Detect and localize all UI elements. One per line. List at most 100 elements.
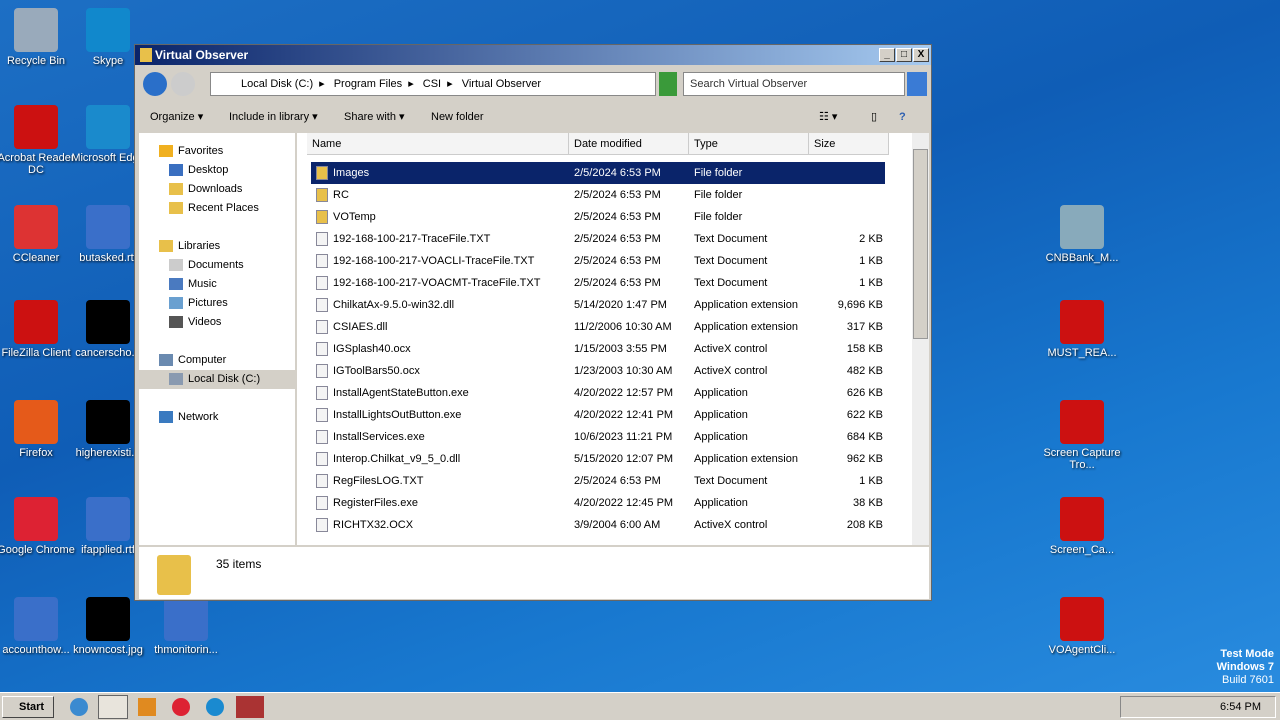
desktop-icon[interactable]: Recycle Bin: [0, 8, 76, 67]
share-with-button[interactable]: Share with ▾: [344, 105, 405, 129]
file-type: Text Document: [694, 277, 768, 289]
file-row[interactable]: RegFilesLOG.TXT 2/5/2024 6:53 PM Text Docu…: [311, 470, 885, 492]
desktop-icon[interactable]: MUST_REA...: [1042, 300, 1122, 359]
file-date: 2/5/2024 6:53 PM: [574, 475, 661, 487]
nav-pictures[interactable]: Pictures: [169, 297, 228, 310]
file-row[interactable]: IGSplash40.ocx 1/15/2003 3:55 PM ActiveX c…: [311, 338, 885, 360]
edge-icon[interactable]: [206, 698, 224, 716]
maximize-button[interactable]: □: [896, 48, 912, 62]
file-size: 38 KB: [853, 497, 883, 509]
file-name: InstallAgentStateButton.exe: [333, 387, 469, 399]
app-icon[interactable]: [236, 696, 264, 718]
search-input[interactable]: Search Virtual Observer: [683, 72, 905, 96]
nav-favorites[interactable]: Favorites: [159, 145, 223, 158]
media-player-icon[interactable]: [138, 698, 156, 716]
file-name: RC: [333, 189, 349, 201]
close-button[interactable]: X: [913, 48, 929, 62]
scrollbar-thumb[interactable]: [913, 149, 928, 339]
nav-network[interactable]: Network: [159, 411, 218, 424]
desktop-icon-image: [1060, 205, 1104, 249]
desktop-icon[interactable]: accounthow...: [0, 597, 76, 656]
nav-libraries[interactable]: Libraries: [159, 240, 220, 253]
explorer-taskbar-button[interactable]: [98, 695, 128, 719]
file-name: Interop.Chilkat_v9_5_0.dll: [333, 453, 461, 465]
minimize-button[interactable]: _: [879, 48, 895, 62]
file-row[interactable]: RICHTX32.OCX 3/9/2004 6:00 AM ActiveX cont…: [311, 514, 885, 536]
file-row[interactable]: 192-168-100-217-VOACMT-TraceFile.TXT 2/5/…: [311, 272, 885, 294]
nav-downloads[interactable]: Downloads: [169, 183, 242, 196]
clock[interactable]: 6:54 PM: [1220, 701, 1261, 713]
file-size: 626 KB: [846, 387, 883, 399]
include-in-library-button[interactable]: Include in library ▾: [229, 105, 318, 129]
start-button[interactable]: Start: [2, 696, 54, 718]
breadcrumb[interactable]: Local Disk (C:): [241, 78, 313, 90]
file-list: Name Date modified Type Size Images 2/5/2…: [297, 133, 929, 545]
address-bar[interactable]: Local Disk (C:) ▸ Program Files ▸ CSI ▸ Vir…: [210, 72, 656, 96]
file-row[interactable]: ChilkatAx-9.5.0-win32.dll 5/14/2020 1:47 …: [311, 294, 885, 316]
file-row[interactable]: RC 2/5/2024 6:53 PM File folder: [311, 184, 885, 206]
nav-documents[interactable]: Documents: [169, 259, 244, 272]
file-row[interactable]: VOTemp 2/5/2024 6:53 PM File folder: [311, 206, 885, 228]
forward-button[interactable]: [171, 72, 195, 96]
file-row[interactable]: InstallAgentStateButton.exe 4/20/2022 12:…: [311, 382, 885, 404]
file-name: RegisterFiles.exe: [333, 497, 418, 509]
file-size: 684 KB: [846, 431, 883, 443]
nav-desktop[interactable]: Desktop: [169, 164, 228, 177]
breadcrumb[interactable]: CSI: [423, 78, 441, 90]
nav-videos[interactable]: Videos: [169, 316, 221, 329]
file-row[interactable]: 192-168-100-217-VOACLI-TraceFile.TXT 2/5/…: [311, 250, 885, 272]
column-type[interactable]: Type: [689, 133, 809, 155]
column-date[interactable]: Date modified: [569, 133, 689, 155]
nav-computer[interactable]: Computer: [159, 354, 226, 367]
title-bar[interactable]: Virtual Observer _ □ X: [135, 45, 931, 65]
file-name: InstallServices.exe: [333, 431, 425, 443]
desktop-icon[interactable]: Screen Capture Tro...: [1042, 400, 1122, 471]
navigation-pane: Favorites Desktop Downloads Recent Place…: [139, 133, 295, 545]
nav-local-disk[interactable]: Local Disk (C:): [139, 370, 295, 389]
back-button[interactable]: [143, 72, 167, 96]
nav-recent[interactable]: Recent Places: [169, 202, 259, 215]
file-row[interactable]: IGToolBars50.ocx 1/23/2003 10:30 AM Active…: [311, 360, 885, 382]
help-icon[interactable]: ?: [899, 105, 906, 129]
refresh-button[interactable]: [659, 72, 677, 96]
breadcrumb[interactable]: Program Files: [334, 78, 402, 90]
ie-icon[interactable]: [70, 698, 88, 716]
column-name[interactable]: Name: [307, 133, 569, 155]
desktop-icon[interactable]: FileZilla Client: [0, 300, 76, 359]
file-date: 5/14/2020 1:47 PM: [574, 299, 667, 311]
desktop-icon[interactable]: Acrobat Reader DC: [0, 105, 76, 176]
file-row[interactable]: InstallLightsOutButton.exe 4/20/2022 12:4…: [311, 404, 885, 426]
desktop-icon[interactable]: VOAgentCli...: [1042, 597, 1122, 656]
file-type: Application: [694, 387, 748, 399]
chrome-icon[interactable]: [172, 698, 190, 716]
file-size: 962 KB: [846, 453, 883, 465]
file-row[interactable]: Images 2/5/2024 6:53 PM File folder: [311, 162, 885, 184]
file-row[interactable]: 192-168-100-217-TraceFile.TXT 2/5/2024 6:…: [311, 228, 885, 250]
file-icon: [316, 254, 328, 268]
desktop-icon-image: [1060, 400, 1104, 444]
organize-button[interactable]: Organize ▾: [150, 105, 203, 129]
details-pane: 35 items: [139, 547, 929, 599]
desktop-icon-label: Screen_Ca...: [1049, 544, 1115, 556]
views-icon[interactable]: ☷ ▾: [819, 105, 837, 129]
desktop-icon[interactable]: CCleaner: [0, 205, 76, 264]
desktop-icon[interactable]: thmonitorin...: [146, 597, 226, 656]
vertical-scrollbar[interactable]: [912, 133, 929, 545]
file-row[interactable]: Interop.Chilkat_v9_5_0.dll 5/15/2020 12:0…: [311, 448, 885, 470]
desktop-icon[interactable]: CNBBank_M...: [1042, 205, 1122, 264]
search-icon[interactable]: [907, 72, 927, 96]
file-row[interactable]: CSIAES.dll 11/2/2006 10:30 AM Application …: [311, 316, 885, 338]
file-size: 2 KB: [859, 233, 883, 245]
breadcrumb[interactable]: Virtual Observer: [462, 78, 541, 90]
desktop-icon[interactable]: Firefox: [0, 400, 76, 459]
file-row[interactable]: RegisterFiles.exe 4/20/2022 12:45 PM Appli…: [311, 492, 885, 514]
desktop-icon[interactable]: knowncost.jpg: [68, 597, 148, 656]
nav-music[interactable]: Music: [169, 278, 217, 291]
desktop-icon-label: CCleaner: [12, 252, 60, 264]
new-folder-button[interactable]: New folder: [431, 105, 484, 129]
column-size[interactable]: Size: [809, 133, 889, 155]
desktop-icon[interactable]: Google Chrome: [0, 497, 76, 556]
file-row[interactable]: InstallServices.exe 10/6/2023 11:21 PM App…: [311, 426, 885, 448]
desktop-icon[interactable]: Screen_Ca...: [1042, 497, 1122, 556]
preview-pane-icon[interactable]: ▯: [871, 105, 877, 129]
